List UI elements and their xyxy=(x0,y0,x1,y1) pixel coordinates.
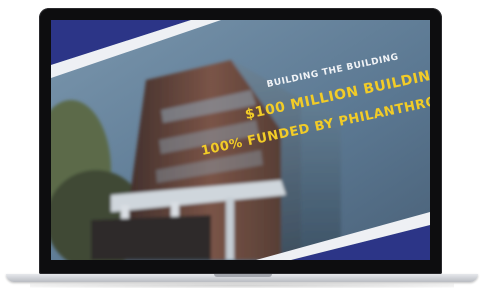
laptop-shadow xyxy=(30,283,454,288)
slide-headline: BUILDING THE BUILDING $100 MILLION BUILD… xyxy=(51,20,430,260)
trackpad-notch xyxy=(214,274,272,277)
laptop-base xyxy=(6,274,478,282)
laptop-screen: BUILDING THE BUILDING $100 MILLION BUILD… xyxy=(51,20,430,260)
laptop-mockup: BUILDING THE BUILDING $100 MILLION BUILD… xyxy=(0,0,485,291)
